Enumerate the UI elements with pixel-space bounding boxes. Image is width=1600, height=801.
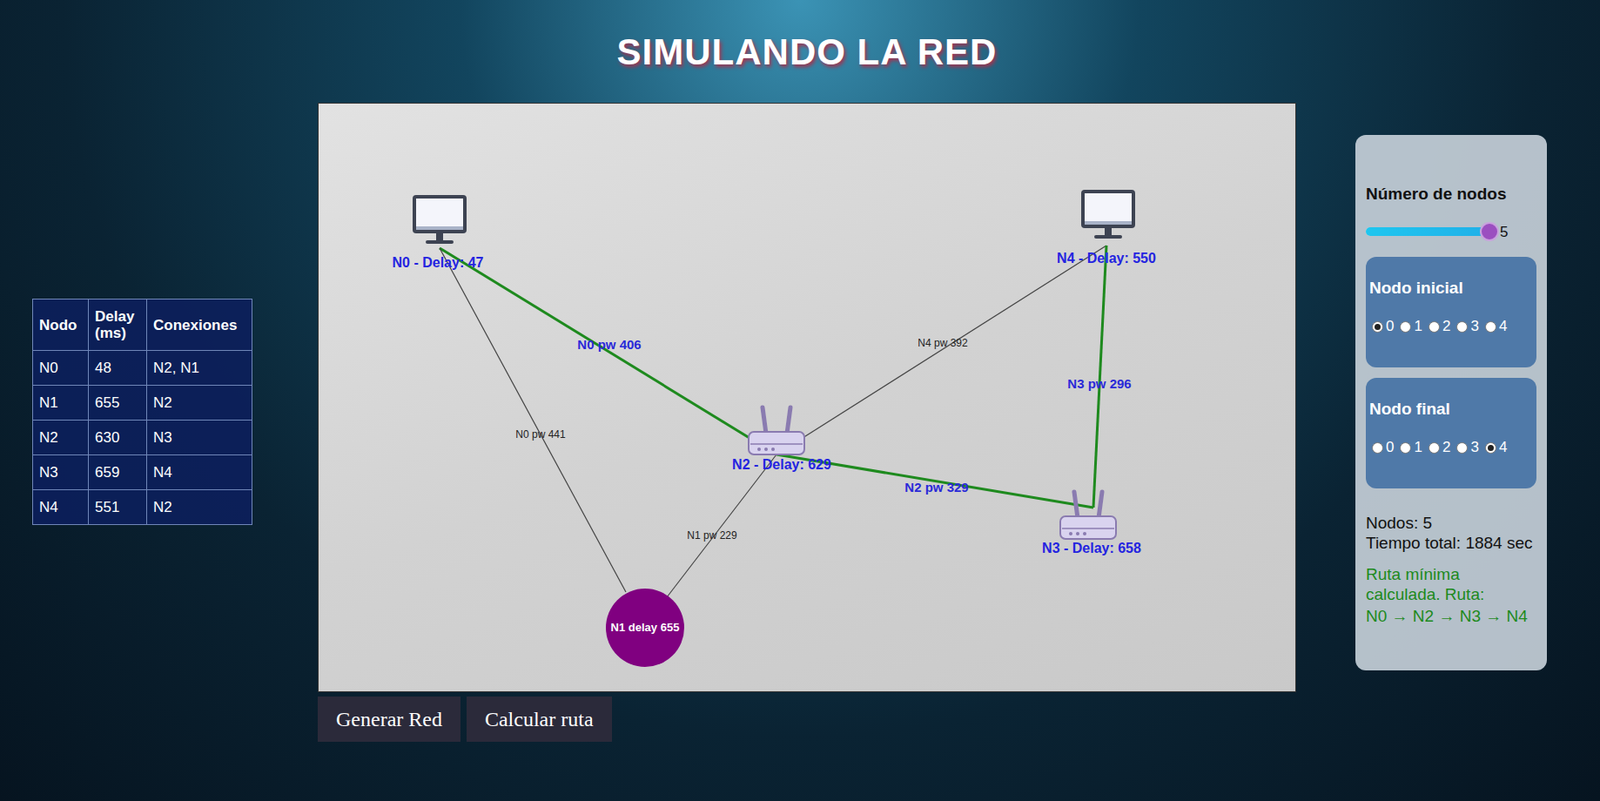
node-label: N4 - Delay: 550	[1056, 248, 1157, 269]
radio-button[interactable]	[1371, 321, 1384, 333]
radio-button[interactable]	[1428, 442, 1440, 454]
end-node-group: Nodo final 0 1 2 3 4	[1365, 377, 1537, 489]
table-cell: N4	[147, 455, 253, 491]
radio-label: 2	[1442, 438, 1451, 456]
radio-label: 0	[1385, 438, 1394, 456]
table-cell: N2	[147, 490, 253, 525]
radio-label: 2	[1442, 317, 1451, 335]
network-node[interactable]	[410, 193, 470, 248]
edge-label: N0 pw 441	[515, 426, 565, 443]
table-cell: N3	[147, 420, 253, 456]
generate-button[interactable]: Generar Red	[317, 696, 461, 742]
radio-label: 1	[1413, 317, 1422, 335]
calculate-button[interactable]: Calcular ruta	[466, 696, 612, 742]
table-cell: 655	[88, 385, 148, 421]
radio-option[interactable]: 2	[1425, 317, 1454, 335]
table-cell: 551	[88, 490, 148, 525]
route-message: Ruta mínima calculada. Ruta:	[1365, 564, 1537, 605]
radio-label: 0	[1385, 317, 1394, 335]
radio-option[interactable]: 4	[1482, 438, 1511, 456]
radio-button[interactable]	[1371, 442, 1384, 454]
table-cell: N0	[33, 350, 89, 386]
node-count-label: Número de nodos	[1365, 181, 1537, 208]
edge-label: N0 pw 406	[577, 335, 641, 356]
table-cell: N4	[33, 490, 89, 525]
radio-button[interactable]	[1485, 321, 1497, 333]
network-node[interactable]: N1 delay 655	[605, 588, 685, 667]
router-icon	[745, 403, 808, 458]
start-node-group: Nodo inicial 0 1 2 3 4	[1365, 256, 1537, 368]
radio-option[interactable]: 2	[1425, 438, 1454, 456]
page-title: SIMULANDO LA RED	[617, 24, 998, 80]
radio-label: 4	[1499, 317, 1507, 335]
edge-line	[666, 454, 777, 598]
table-cell: N3	[33, 455, 89, 491]
node-label: N3 - Delay: 658	[1042, 537, 1142, 559]
radio-option[interactable]: 1	[1397, 317, 1426, 335]
radio-option[interactable]: 3	[1453, 438, 1482, 456]
control-panel: Número de nodos5Nodo inicial01234Nodo fi…	[1355, 134, 1547, 671]
node-count-slider[interactable]	[1365, 227, 1490, 236]
computer-icon	[1078, 188, 1138, 243]
radio-button[interactable]	[1399, 442, 1412, 454]
network-node[interactable]	[745, 403, 808, 458]
table-cell: N2	[33, 420, 89, 456]
radio-option[interactable]: 0	[1369, 438, 1398, 456]
network-node[interactable]	[1056, 488, 1120, 543]
column-header: Conexiones	[147, 299, 253, 351]
edge-label: N2 pw 329	[904, 477, 969, 498]
column-header: Nodo	[33, 299, 89, 351]
radio-option[interactable]: 0	[1369, 317, 1398, 335]
node-label: N2 - Delay: 629	[732, 454, 832, 476]
table-row: N3659N4	[33, 455, 253, 491]
radio-label: 4	[1499, 438, 1507, 456]
column-header: Delay (ms)	[88, 299, 148, 351]
table-cell: N1	[33, 385, 89, 421]
table-cell: 659	[88, 455, 148, 491]
network-node[interactable]	[1078, 188, 1138, 243]
radio-button[interactable]	[1456, 321, 1468, 333]
slider-thumb[interactable]	[1479, 221, 1500, 242]
route: N0 → N2 → N3 → N4	[1365, 605, 1537, 626]
table-row: N4551N2	[33, 490, 253, 525]
node-count-status: Nodos: 5	[1365, 512, 1537, 533]
edge-line	[439, 248, 777, 455]
table-header: NodoDelay (ms)Conexiones	[33, 299, 253, 351]
router-icon	[1056, 488, 1120, 543]
radio-button[interactable]	[1399, 321, 1412, 333]
edge-label: N1 pw 229	[686, 527, 737, 544]
radio-label: 3	[1470, 317, 1479, 335]
edge-label: N3 pw 296	[1067, 374, 1131, 395]
group-title: Nodo inicial	[1369, 275, 1533, 302]
edge-line	[776, 245, 1107, 455]
radio-option[interactable]: 4	[1482, 317, 1511, 335]
node-label: N0 - Delay: 47	[392, 252, 485, 274]
table-cell: N2, N1	[147, 350, 253, 386]
computer-icon	[410, 193, 470, 248]
table-cell: 48	[88, 350, 148, 386]
table-cell: 630	[88, 420, 148, 456]
radio-label: 3	[1470, 438, 1479, 456]
radio-button[interactable]	[1428, 321, 1440, 333]
radio-label: 1	[1413, 438, 1422, 456]
network-canvas[interactable]: N0 pw 406 N0 pw 441 N4 pw 392 N3 pw 296 N2 p…	[317, 102, 1297, 693]
status: Nodos: 5Tiempo total: 1884 sec Ruta mínim…	[1365, 512, 1537, 626]
table-cell: N2	[147, 385, 253, 421]
table-row: N048N2, N1	[33, 350, 253, 386]
radio-button[interactable]	[1456, 442, 1468, 454]
table-row: N1655N2	[33, 385, 253, 421]
radio-option[interactable]: 3	[1453, 317, 1482, 335]
edges	[318, 103, 1297, 693]
node-count-value: 5	[1499, 221, 1508, 244]
total-time: Tiempo total: 1884 sec	[1365, 532, 1537, 553]
group-title: Nodo final	[1369, 396, 1533, 423]
page: NodoDelay (ms)ConexionesN048N2, N1N1655N…	[0, 0, 1600, 801]
edge-line	[439, 248, 626, 592]
radio-option[interactable]: 1	[1397, 438, 1426, 456]
table-row: N2630N3	[33, 420, 253, 456]
radio-button[interactable]	[1485, 442, 1497, 454]
edge-label: N4 pw 392	[917, 335, 968, 351]
node-table: NodoDelay (ms)ConexionesN048N2, N1N1655N…	[32, 298, 253, 525]
